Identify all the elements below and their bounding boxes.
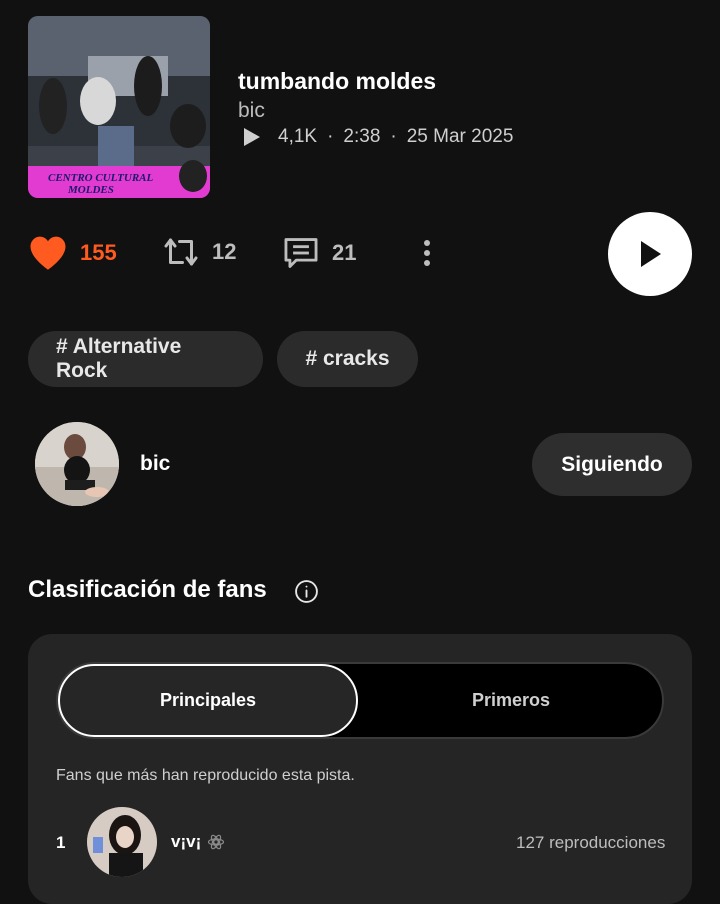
separator-dot: · — [390, 126, 397, 147]
info-icon — [295, 580, 318, 603]
cover-caption-1: CENTRO CULTURAL — [48, 172, 154, 184]
more-options-button[interactable] — [412, 236, 442, 275]
more-vertical-icon — [424, 240, 430, 266]
play-count: 4,1K — [278, 126, 318, 147]
fan-name-row[interactable]: v¡v¡ — [171, 832, 225, 852]
tab-principales[interactable]: Principales — [58, 664, 358, 737]
comment-count: 21 — [332, 240, 357, 265]
repost-count: 12 — [212, 239, 237, 264]
uploader-name[interactable]: bic — [140, 452, 170, 476]
track-duration: 2:38 — [343, 126, 381, 147]
following-button[interactable]: Siguiendo — [532, 433, 692, 496]
play-icon — [641, 241, 661, 267]
badge-icon — [208, 834, 225, 850]
track-date: 25 Mar 2025 — [406, 126, 514, 147]
fan-rank: 1 — [56, 833, 66, 852]
play-count-icon — [244, 128, 260, 146]
uploader-avatar[interactable] — [35, 422, 119, 506]
tag-cracks[interactable]: # cracks — [277, 331, 418, 387]
heart-icon — [30, 236, 66, 270]
track-cover-art[interactable]: CENTRO CULTURAL MOLDES — [28, 16, 210, 198]
cover-caption-2: MOLDES — [67, 184, 114, 196]
fans-section-title: Clasificación de fans — [28, 576, 267, 603]
tag-alternative-rock[interactable]: # Alternative Rock — [28, 331, 263, 387]
like-count: 155 — [80, 240, 117, 265]
play-button[interactable] — [608, 212, 692, 296]
fan-play-count: 127 reproducciones — [516, 833, 666, 852]
fans-description: Fans que más han reproducido esta pista. — [56, 767, 355, 784]
repost-button[interactable]: 12 — [162, 234, 236, 270]
repost-icon — [164, 238, 198, 266]
comment-icon — [284, 238, 318, 268]
like-button[interactable]: 155 — [28, 234, 117, 272]
avatar-image — [35, 422, 119, 506]
fan-avatar[interactable] — [87, 807, 157, 877]
tab-primeros[interactable]: Primeros — [360, 664, 662, 737]
fan-avatar-image — [87, 807, 157, 877]
track-title: tumbando moldes — [238, 68, 437, 94]
comment-button[interactable]: 21 — [282, 234, 356, 272]
cover-image: CENTRO CULTURAL MOLDES — [28, 16, 210, 198]
track-artist[interactable]: bic — [238, 99, 265, 123]
info-button[interactable] — [294, 579, 319, 609]
fan-name: v¡v¡ — [171, 832, 202, 851]
separator-dot: · — [327, 126, 334, 147]
track-meta: 4,1K · 2:38 · 25 Mar 2025 — [238, 126, 513, 148]
